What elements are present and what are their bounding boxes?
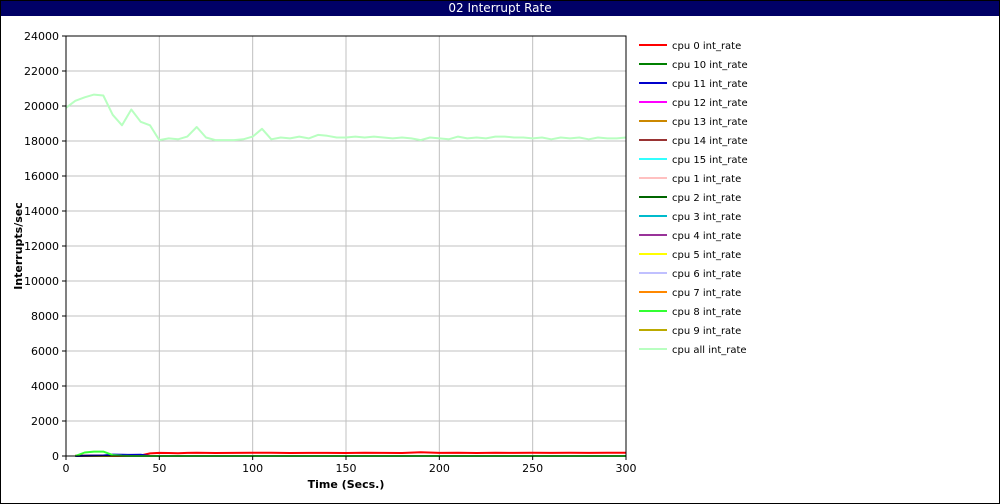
legend-entry: cpu 8 int_rate: [672, 307, 741, 318]
y-tick-label: 14000: [24, 205, 59, 218]
y-tick-label: 4000: [31, 380, 59, 393]
y-axis-label: Interrupts/sec: [12, 202, 25, 290]
legend-entry: cpu 1 int_rate: [672, 174, 741, 185]
legend-entry: cpu 13 int_rate: [672, 117, 748, 128]
legend-entry: cpu all int_rate: [672, 345, 747, 356]
y-tick-label: 22000: [24, 65, 59, 78]
x-tick-label: 300: [616, 462, 637, 475]
y-tick-label: 24000: [24, 30, 59, 43]
x-tick-label: 100: [242, 462, 263, 475]
y-tick-label: 2000: [31, 415, 59, 428]
x-tick-label: 250: [522, 462, 543, 475]
y-axis: 0 2000 4000 6000 8000 10000 12000 14000 16000 180…: [24, 30, 66, 463]
legend: cpu 0 int_ratecpu 10 int_ratecpu 11 int_…: [639, 41, 748, 356]
chart-canvas: 0 50 100 150 200 250 300 0 2000 4000 6000 8000 1000…: [12, 30, 748, 491]
x-tick-label: 150: [336, 462, 357, 475]
legend-entry: cpu 0 int_rate: [672, 41, 741, 52]
x-tick-label: 50: [152, 462, 166, 475]
legend-entry: cpu 4 int_rate: [672, 231, 741, 242]
y-tick-label: 20000: [24, 100, 59, 113]
legend-entry: cpu 5 int_rate: [672, 250, 741, 261]
chart-window: 02 Interrupt Rate 0 50 100 150 200 250 300 0 20…: [0, 0, 1000, 504]
legend-entry: cpu 2 int_rate: [672, 193, 741, 204]
legend-entry: cpu 15 int_rate: [672, 155, 748, 166]
y-tick-label: 16000: [24, 170, 59, 183]
y-tick-label: 6000: [31, 345, 59, 358]
legend-entry: cpu 14 int_rate: [672, 136, 748, 147]
x-axis-label: Time (Secs.): [308, 478, 385, 491]
y-tick-label: 10000: [24, 275, 59, 288]
legend-entry: cpu 10 int_rate: [672, 60, 748, 71]
x-tick-label: 200: [429, 462, 450, 475]
x-axis: 0 50 100 150 200 250 300: [63, 456, 637, 475]
y-tick-label: 0: [52, 450, 59, 463]
legend-entry: cpu 9 int_rate: [672, 326, 741, 337]
y-tick-label: 12000: [24, 240, 59, 253]
legend-entry: cpu 3 int_rate: [672, 212, 741, 223]
y-tick-label: 18000: [24, 135, 59, 148]
legend-entry: cpu 11 int_rate: [672, 79, 748, 90]
legend-entry: cpu 7 int_rate: [672, 288, 741, 299]
x-tick-label: 0: [63, 462, 70, 475]
legend-entry: cpu 6 int_rate: [672, 269, 741, 280]
legend-entry: cpu 12 int_rate: [672, 98, 748, 109]
y-tick-label: 8000: [31, 310, 59, 323]
